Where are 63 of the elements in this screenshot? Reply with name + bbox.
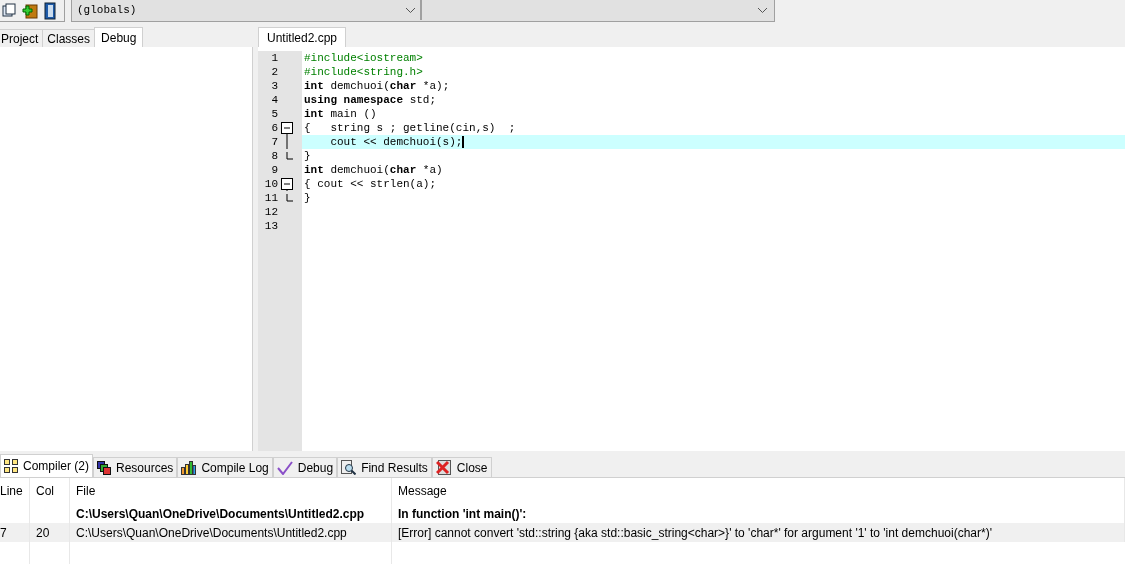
fold-toggle-icon[interactable]: [281, 121, 293, 135]
bar-chart-icon: [181, 460, 197, 475]
line-number: 8: [270, 148, 278, 164]
code-line: #include<iostream>: [303, 51, 424, 65]
line-number: 3: [270, 78, 278, 94]
panel-tab[interactable]: Debug: [272, 457, 338, 477]
fold-toggle-icon[interactable]: [281, 177, 293, 191]
search-icon: [341, 460, 357, 475]
panel-tab[interactable]: Debug: [94, 27, 144, 47]
dropdown-value: (globals): [77, 2, 137, 18]
column-header[interactable]: Line: [0, 478, 30, 504]
table-cell-text: 7: [0, 524, 7, 542]
code-line: int main (): [303, 107, 378, 121]
code-line: int demchuoi(char *a);: [303, 79, 451, 93]
chevron-down-icon: [406, 7, 415, 13]
table-cell-text: [Error] cannot convert 'std::string {aka std::basic_string<char>}' to 'char*' for argument '1' to 'int demchuoi(char*)': [398, 524, 992, 542]
panel-tab[interactable]: Resources: [93, 457, 178, 477]
panel-tab[interactable]: Classes: [42, 29, 95, 47]
table-cell-text: In function 'int main()':: [398, 505, 527, 523]
line-number: 6: [270, 120, 278, 136]
column-header[interactable]: Col: [30, 478, 70, 504]
code-line: using namespace std;: [303, 93, 438, 107]
line-number: 13: [263, 218, 278, 234]
add-file-icon[interactable]: [22, 2, 38, 19]
panel-tab[interactable]: Project: [0, 29, 43, 47]
line-number: 2: [270, 64, 278, 80]
panel-tab[interactable]: Compiler (2): [0, 454, 93, 477]
code-line: int demchuoi(char *a): [303, 163, 444, 177]
line-number: 4: [270, 92, 278, 108]
message-row[interactable]: 7 20 C:\Users\Quan\OneDrive\Documents\Untitled2.cpp [Error] cannot convert 'std::string {aka std::basic_string<char>}' to 'char*' for argument '1' to 'int demchuoi(char*)': [0, 523, 1125, 542]
line-number: 1: [270, 50, 278, 66]
line-number: 11: [263, 190, 278, 206]
panel-tab[interactable]: Find Results: [337, 457, 432, 477]
column-header[interactable]: File: [70, 478, 392, 504]
line-number: 7: [270, 134, 278, 150]
chevron-down-icon: [758, 7, 767, 13]
table-cell-text: C:\Users\Quan\OneDrive\Documents\Untitled2.cpp: [76, 505, 365, 523]
line-number: 5: [270, 106, 278, 122]
checkmark-icon: [276, 460, 293, 475]
table-cell-text: 20: [36, 524, 50, 542]
code-line: { cout << strlen(a);: [303, 177, 438, 191]
panel-tab[interactable]: Close: [431, 457, 492, 477]
fold-end-icon: [286, 152, 293, 160]
text-cursor: [462, 136, 465, 148]
panel-tab[interactable]: Compile Log: [177, 457, 273, 477]
book-icon[interactable]: [44, 1, 56, 20]
window-icon[interactable]: [2, 2, 16, 19]
fold-end-icon: [286, 194, 293, 202]
code-line: { string s ; getline(cin,s) ;: [303, 121, 517, 135]
line-number: 10: [263, 176, 278, 192]
column-header[interactable]: Message: [392, 478, 1125, 504]
code-line: }: [303, 191, 312, 205]
code-line: #include<string.h>: [303, 65, 424, 79]
line-number: 9: [270, 162, 278, 178]
fold-line-icon: [286, 135, 288, 149]
code-line: cout << demchuoi(s);: [329, 135, 466, 149]
table-cell-text: C:\Users\Quan\OneDrive\Documents\Untitled2.cpp: [76, 524, 347, 542]
line-number: 12: [263, 204, 278, 220]
code-line: }: [303, 149, 312, 163]
grid-icon: [4, 459, 18, 473]
close-icon: [435, 460, 452, 475]
file-tab[interactable]: Untitled2.cpp: [258, 27, 347, 47]
stacked-squares-icon: [97, 460, 111, 475]
